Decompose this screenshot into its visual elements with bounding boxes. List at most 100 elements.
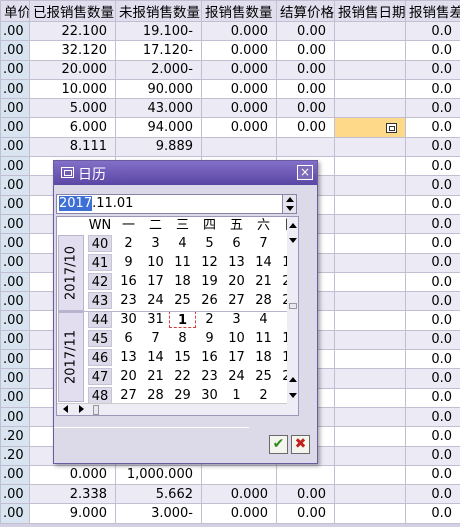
dialog-titlebar[interactable]: 日历 × [54,161,317,185]
calendar-day[interactable]: 26 [196,292,223,309]
calendar-day[interactable]: 21 [250,273,277,290]
calendar-day[interactable]: 1 [169,311,196,328]
table-cell[interactable] [334,213,406,235]
table-cell[interactable]: .00 [0,194,30,215]
calendar-day[interactable]: 19 [196,273,223,290]
calendar-day[interactable]: 21 [142,368,169,385]
spin-down-icon[interactable] [286,206,294,211]
table-cell[interactable] [334,156,406,177]
table-cell[interactable]: .00 [0,387,30,408]
table-cell[interactable] [334,117,406,138]
table-row[interactable]: .00 6.000 94.000 0.000 0.00 0.0 [0,117,460,138]
table-cell[interactable]: 0.0 [405,291,460,312]
table-cell[interactable]: .00 [0,349,30,370]
ok-button[interactable]: ✔ [269,435,288,454]
table-cell[interactable]: .00 [0,464,30,486]
table-cell[interactable] [334,291,406,312]
table-cell[interactable]: .00 [0,291,30,312]
table-cell[interactable]: .00 [0,117,30,138]
table-cell[interactable]: 3.000- [115,503,202,524]
spin-up-icon[interactable] [286,197,294,202]
calendar-day[interactable]: 28 [142,387,169,404]
table-row[interactable]: .00 22.100 19.100- 0.000 0.00 0.0 [0,20,460,42]
table-cell[interactable]: .00 [0,368,30,389]
table-cell[interactable]: 9.889 [115,136,202,158]
table-cell[interactable]: 17.120- [115,40,202,61]
table-cell[interactable]: .00 [0,252,30,273]
table-cell[interactable]: 22.100 [29,20,116,42]
table-cell[interactable]: 0.0 [405,464,460,486]
table-cell[interactable]: 1,000.000 [115,464,202,486]
column-header[interactable]: 单价 [0,0,30,22]
close-button[interactable]: × [297,165,313,180]
calendar-day[interactable]: 24 [223,368,250,385]
calendar-day[interactable]: 10 [223,330,250,347]
calendar-day[interactable]: 6 [223,235,250,252]
calendar-day[interactable]: 7 [142,330,169,347]
table-cell[interactable]: 43.000 [115,98,202,119]
calendar-day[interactable]: 10 [142,254,169,271]
table-cell[interactable] [201,136,277,158]
table-cell[interactable]: .00 [0,271,30,293]
table-cell[interactable]: 0.00 [276,117,335,138]
table-cell[interactable]: .00 [0,40,30,61]
calendar-day[interactable]: 23 [196,368,223,385]
calendar-day[interactable]: 3 [223,311,250,328]
table-cell[interactable]: 0.000 [201,117,277,138]
table-row[interactable]: .00 0.000 1,000.000 0.0 [0,464,460,486]
table-cell[interactable]: 94.000 [115,117,202,138]
table-cell[interactable]: 0.000 [201,40,277,61]
table-cell[interactable] [334,484,406,505]
table-row[interactable]: .00 10.000 90.000 0.000 0.00 0.0 [0,78,460,100]
table-cell[interactable]: 0.0 [405,252,460,273]
table-row[interactable]: .00 9.000 3.000- 0.000 0.00 0.0 [0,503,460,524]
calendar-day[interactable]: 4 [250,311,277,328]
date-input[interactable]: 2017.11.01 [56,194,297,214]
table-cell[interactable]: 20.000 [29,59,116,80]
table-cell[interactable]: .20 [0,445,30,466]
calendar-day[interactable]: 8 [169,330,196,347]
table-cell[interactable]: 0.00 [276,20,335,42]
table-cell[interactable]: 0.0 [405,329,460,351]
table-cell[interactable] [334,406,406,428]
table-cell[interactable]: 0.00 [276,503,335,524]
column-header[interactable]: 已报销售数量 [29,0,116,22]
table-cell[interactable] [334,233,406,254]
table-cell[interactable] [334,464,406,486]
calendar-day[interactable]: 23 [115,292,142,309]
table-cell[interactable] [334,194,406,215]
calendar-day[interactable]: 11 [169,254,196,271]
table-cell[interactable] [334,368,406,389]
scroll-right-icon[interactable] [79,405,84,413]
table-cell[interactable]: 0.000 [201,78,277,100]
cancel-button[interactable]: ✖ [291,435,310,454]
calendar-day[interactable]: 29 [169,387,196,404]
table-cell[interactable]: .00 [0,484,30,505]
column-header[interactable]: 未报销售数量 [115,0,202,22]
scroll-up-icon[interactable] [289,223,297,228]
column-header[interactable]: 报销售日期 [334,0,406,22]
table-cell[interactable]: 0.0 [405,233,460,254]
calendar-day[interactable]: 16 [115,273,142,290]
table-cell[interactable]: 2.000- [115,59,202,80]
calendar-day[interactable]: 4 [169,235,196,252]
calendar-day[interactable]: 25 [250,368,277,385]
table-cell[interactable]: 0.0 [405,406,460,428]
table-cell[interactable]: .00 [0,20,30,42]
table-cell[interactable] [334,20,406,42]
table-cell[interactable]: 0.00 [276,59,335,80]
table-cell[interactable]: 0.0 [405,213,460,235]
table-cell[interactable]: 0.0 [405,59,460,80]
table-cell[interactable]: 2.338 [29,484,116,505]
calendar-day[interactable]: 14 [250,254,277,271]
date-picker-icon[interactable] [386,122,397,133]
table-cell[interactable] [334,387,406,408]
table-cell[interactable]: 19.100- [115,20,202,42]
table-cell[interactable]: 0.0 [405,445,460,466]
calendar-day[interactable]: 30 [196,387,223,404]
table-cell[interactable]: 0.0 [405,78,460,100]
table-cell[interactable]: 0.0 [405,426,460,447]
table-cell[interactable]: 0.0 [405,175,460,196]
table-cell[interactable]: 0.0 [405,349,460,370]
table-cell[interactable]: 0.0 [405,156,460,177]
